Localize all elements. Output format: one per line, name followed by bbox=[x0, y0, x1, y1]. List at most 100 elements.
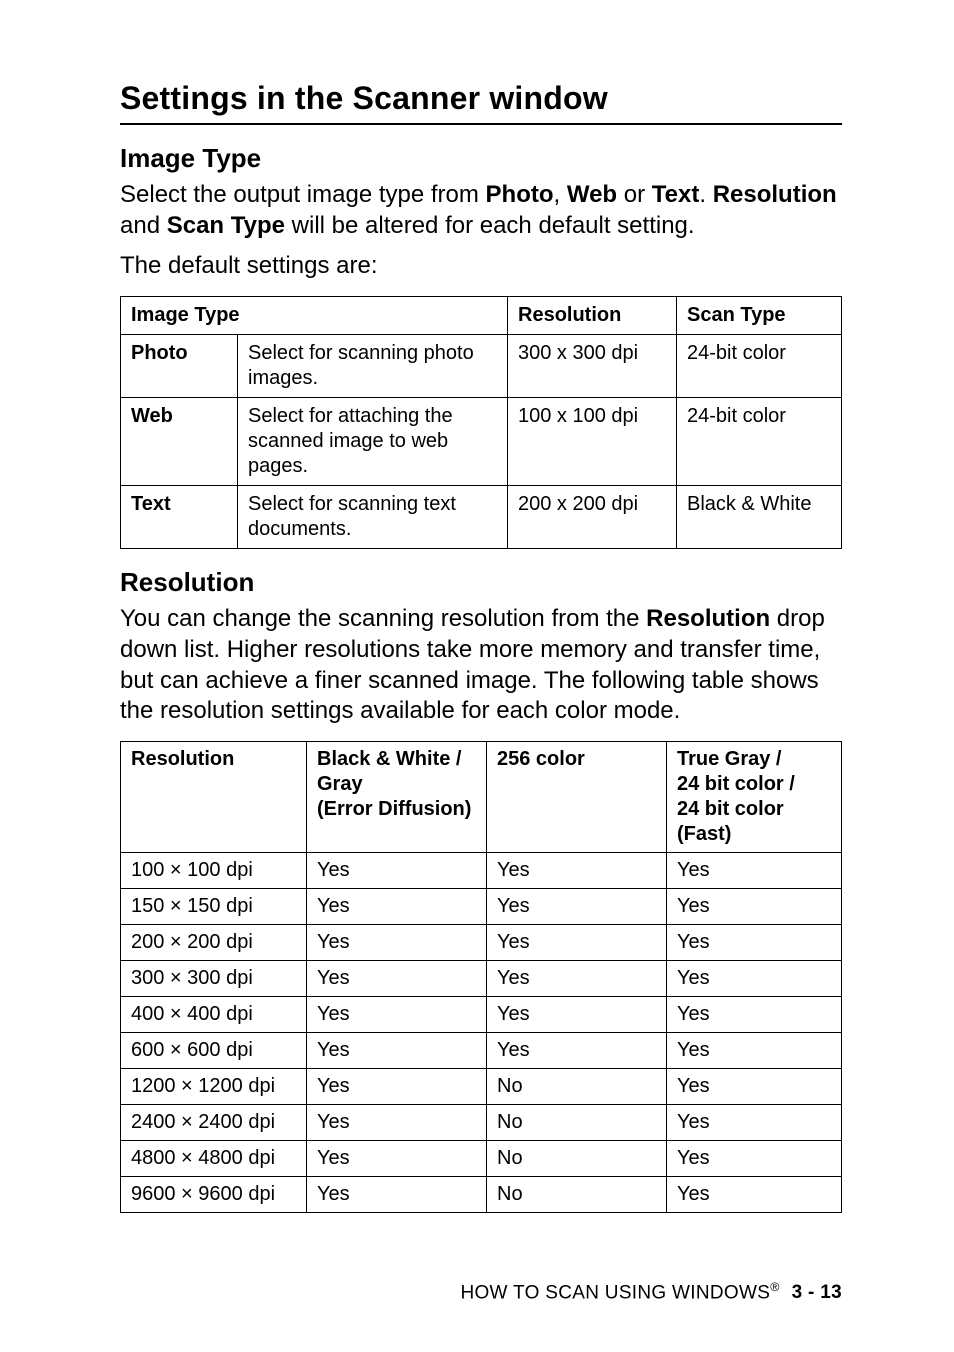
table-row: 400 × 400 dpi Yes Yes Yes bbox=[121, 997, 842, 1033]
cell-bw: Yes bbox=[307, 889, 487, 925]
cell-desc: Select for scanning text documents. bbox=[238, 486, 508, 549]
cell-bw: Yes bbox=[307, 1069, 487, 1105]
cell-tg: Yes bbox=[667, 889, 842, 925]
cell-res: 300 × 300 dpi bbox=[121, 961, 307, 997]
cell-tg: Yes bbox=[667, 925, 842, 961]
cell-256: No bbox=[487, 1141, 667, 1177]
cell-256: Yes bbox=[487, 997, 667, 1033]
resolution-intro: You can change the scanning resolution f… bbox=[120, 604, 842, 727]
cell-bw: Yes bbox=[307, 961, 487, 997]
cell-res: 4800 × 4800 dpi bbox=[121, 1141, 307, 1177]
header-bw: Black & White / Gray (Error Diffusion) bbox=[307, 742, 487, 853]
header-image-type: Image Type bbox=[121, 297, 508, 335]
cell-256: No bbox=[487, 1105, 667, 1141]
cell-desc: Select for scanning photo images. bbox=[238, 335, 508, 398]
bold-photo: Photo bbox=[486, 181, 554, 208]
bold-resolution: Resolution bbox=[713, 181, 837, 208]
footer-text: HOW TO SCAN USING WINDOWS bbox=[460, 1282, 770, 1303]
text-span: Select the output image type from bbox=[120, 181, 486, 208]
cell-res: 150 × 150 dpi bbox=[121, 889, 307, 925]
header-scan-type: Scan Type bbox=[677, 297, 842, 335]
image-type-intro: Select the output image type from Photo,… bbox=[120, 180, 842, 241]
cell-tg: Yes bbox=[667, 1177, 842, 1213]
cell-tg: Yes bbox=[667, 1105, 842, 1141]
cell-res: 100 x 100 dpi bbox=[508, 398, 677, 486]
text-span: , bbox=[554, 181, 567, 208]
header-256: 256 color bbox=[487, 742, 667, 853]
table-header-row: Image Type Resolution Scan Type bbox=[121, 297, 842, 335]
table-row: Text Select for scanning text documents.… bbox=[121, 486, 842, 549]
cell-256: Yes bbox=[487, 961, 667, 997]
image-type-heading: Image Type bbox=[120, 143, 842, 174]
cell-256: No bbox=[487, 1069, 667, 1105]
cell-tg: Yes bbox=[667, 1141, 842, 1177]
header-resolution: Resolution bbox=[121, 742, 307, 853]
bold-scan-type: Scan Type bbox=[167, 212, 285, 239]
cell-bw: Yes bbox=[307, 925, 487, 961]
cell-scan: 24-bit color bbox=[677, 335, 842, 398]
image-type-table: Image Type Resolution Scan Type Photo Se… bbox=[120, 296, 842, 549]
table-row: Photo Select for scanning photo images. … bbox=[121, 335, 842, 398]
document-page: Settings in the Scanner window Image Typ… bbox=[0, 0, 954, 1352]
section-title: Settings in the Scanner window bbox=[120, 80, 842, 125]
cell-res: 2400 × 2400 dpi bbox=[121, 1105, 307, 1141]
cell-bw: Yes bbox=[307, 1177, 487, 1213]
text-span: and bbox=[120, 212, 167, 239]
text-span: or bbox=[617, 181, 652, 208]
table-row: 2400 × 2400 dpi Yes No Yes bbox=[121, 1105, 842, 1141]
resolution-table: Resolution Black & White / Gray (Error D… bbox=[120, 741, 842, 1213]
cell-scan: 24-bit color bbox=[677, 398, 842, 486]
cell-res: 100 × 100 dpi bbox=[121, 853, 307, 889]
cell-type: Text bbox=[121, 486, 238, 549]
cell-256: Yes bbox=[487, 889, 667, 925]
bold-resolution: Resolution bbox=[646, 605, 770, 632]
table-row: 150 × 150 dpi Yes Yes Yes bbox=[121, 889, 842, 925]
table-row: 1200 × 1200 dpi Yes No Yes bbox=[121, 1069, 842, 1105]
cell-desc: Select for attaching the scanned image t… bbox=[238, 398, 508, 486]
table-row: 4800 × 4800 dpi Yes No Yes bbox=[121, 1141, 842, 1177]
cell-bw: Yes bbox=[307, 853, 487, 889]
cell-tg: Yes bbox=[667, 997, 842, 1033]
text-span: . bbox=[699, 181, 712, 208]
defaults-line: The default settings are: bbox=[120, 251, 842, 282]
bold-web: Web bbox=[567, 181, 617, 208]
cell-tg: Yes bbox=[667, 961, 842, 997]
cell-res: 300 x 300 dpi bbox=[508, 335, 677, 398]
cell-256: Yes bbox=[487, 925, 667, 961]
cell-res: 600 × 600 dpi bbox=[121, 1033, 307, 1069]
cell-type: Web bbox=[121, 398, 238, 486]
cell-bw: Yes bbox=[307, 997, 487, 1033]
registered-icon: ® bbox=[770, 1280, 779, 1294]
cell-tg: Yes bbox=[667, 853, 842, 889]
cell-tg: Yes bbox=[667, 1069, 842, 1105]
header-truegray: True Gray / 24 bit color / 24 bit color … bbox=[667, 742, 842, 853]
cell-res: 400 × 400 dpi bbox=[121, 997, 307, 1033]
table-header-row: Resolution Black & White / Gray (Error D… bbox=[121, 742, 842, 853]
bold-text: Text bbox=[652, 181, 700, 208]
table-row: 300 × 300 dpi Yes Yes Yes bbox=[121, 961, 842, 997]
table-row: Web Select for attaching the scanned ima… bbox=[121, 398, 842, 486]
cell-256: Yes bbox=[487, 853, 667, 889]
table-row: 200 × 200 dpi Yes Yes Yes bbox=[121, 925, 842, 961]
cell-bw: Yes bbox=[307, 1141, 487, 1177]
page-number: 3 - 13 bbox=[792, 1282, 842, 1303]
table-row: 600 × 600 dpi Yes Yes Yes bbox=[121, 1033, 842, 1069]
text-span: You can change the scanning resolution f… bbox=[120, 605, 646, 632]
cell-type: Photo bbox=[121, 335, 238, 398]
resolution-heading: Resolution bbox=[120, 567, 842, 598]
page-footer: HOW TO SCAN USING WINDOWS® 3 - 13 bbox=[460, 1280, 842, 1304]
cell-256: Yes bbox=[487, 1033, 667, 1069]
cell-bw: Yes bbox=[307, 1105, 487, 1141]
cell-res: 9600 × 9600 dpi bbox=[121, 1177, 307, 1213]
cell-bw: Yes bbox=[307, 1033, 487, 1069]
cell-scan: Black & White bbox=[677, 486, 842, 549]
text-span: will be altered for each default setting… bbox=[285, 212, 695, 239]
cell-res: 200 × 200 dpi bbox=[121, 925, 307, 961]
header-resolution: Resolution bbox=[508, 297, 677, 335]
cell-res: 1200 × 1200 dpi bbox=[121, 1069, 307, 1105]
cell-tg: Yes bbox=[667, 1033, 842, 1069]
table-row: 100 × 100 dpi Yes Yes Yes bbox=[121, 853, 842, 889]
table-row: 9600 × 9600 dpi Yes No Yes bbox=[121, 1177, 842, 1213]
cell-res: 200 x 200 dpi bbox=[508, 486, 677, 549]
cell-256: No bbox=[487, 1177, 667, 1213]
